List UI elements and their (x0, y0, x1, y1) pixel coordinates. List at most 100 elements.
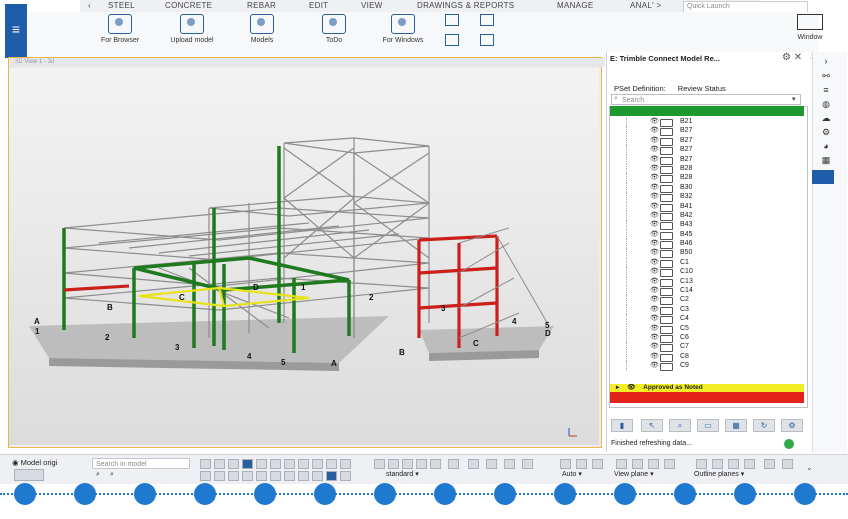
more-options-icon[interactable]: ⌄ (806, 463, 813, 472)
snap-tool-icon[interactable] (416, 459, 427, 469)
list-item[interactable]: 👁 B41 (612, 201, 802, 212)
connect-pick-icon[interactable] (480, 34, 494, 46)
search-icon[interactable]: ⌕ (96, 471, 100, 479)
origin-selector[interactable] (14, 469, 44, 481)
snap-tool-icon[interactable] (312, 471, 323, 481)
select-tool-icon[interactable] (326, 459, 337, 469)
select-tool-icon[interactable] (270, 459, 281, 469)
model-3d-view[interactable]: A 1 B 2 3 4 5 A B C D 1 2 3 4 5 D C (9, 68, 599, 445)
status-group-approved-as-noted[interactable]: ▸ 👁 Approved as Noted (610, 384, 804, 392)
list-item[interactable]: 👁 B42 (612, 210, 802, 221)
snap-tool-icon[interactable] (340, 471, 351, 481)
menu-tab-view[interactable]: VIEW (361, 1, 383, 10)
tab-review-status[interactable]: Review Status (678, 84, 726, 93)
connect-select-icon[interactable] (445, 34, 459, 46)
view-tool-icon[interactable] (782, 459, 793, 469)
list-item[interactable]: 👁 C13 (612, 276, 802, 287)
select-tool-icon[interactable] (312, 459, 323, 469)
select-tool-icon[interactable] (200, 459, 211, 469)
list-item[interactable]: 👁 C5 (612, 323, 802, 334)
list-item[interactable]: 👁 B46 (612, 239, 802, 250)
menu-tab-concrete[interactable]: CONCRETE (165, 1, 212, 10)
list-item[interactable]: 👁 C10 (612, 267, 802, 278)
view-tool-icon[interactable] (744, 459, 755, 469)
list-item[interactable]: 👁 C14 (612, 286, 802, 297)
link-icon[interactable]: ⚯ (819, 71, 833, 83)
settings-gear-icon[interactable]: ⚙ (782, 52, 791, 63)
trimble-connect-tab-icon[interactable] (812, 170, 834, 184)
filter-icon[interactable]: ▦ (725, 419, 747, 432)
snap-tool-icon[interactable] (326, 471, 337, 481)
panel-search-input[interactable]: Search (611, 94, 801, 105)
list-item[interactable]: 👁 B21 (612, 117, 802, 127)
grid-icon[interactable]: ▦ (819, 155, 833, 167)
model-origin-dropdown[interactable]: ◉ Model origi (12, 458, 57, 467)
snap-tool-icon[interactable] (468, 459, 479, 469)
menu-tab-manage[interactable]: MANAGE (557, 1, 593, 10)
view-tool-icon[interactable] (648, 459, 659, 469)
settings-gear-icon[interactable]: ⚙ (781, 419, 803, 432)
snap-tool-icon[interactable] (430, 459, 441, 469)
view-tool-icon[interactable] (592, 459, 603, 469)
paint-icon[interactable]: ◕ (819, 141, 833, 153)
view-tool-icon[interactable] (632, 459, 643, 469)
chevron-right-icon[interactable]: › (819, 56, 833, 68)
snap-tool-icon[interactable] (388, 459, 399, 469)
todo-button[interactable]: ToDo (312, 14, 356, 44)
view-tool-icon[interactable] (696, 459, 707, 469)
list-item[interactable]: 👁 B27 (612, 145, 802, 156)
gear-icon[interactable]: ⚙ (819, 127, 833, 139)
layers-icon[interactable]: ≡ (819, 85, 833, 97)
search-options-icon[interactable]: ⌕ (110, 471, 114, 479)
select-tool-icon[interactable] (228, 459, 239, 469)
snap-tool-icon[interactable] (200, 471, 211, 481)
list-item[interactable]: 👁 B30 (612, 182, 802, 193)
snap-tool-icon[interactable] (448, 459, 459, 469)
view-tool-icon[interactable] (560, 459, 571, 469)
outline-planes-dropdown[interactable]: Outline planes ▾ (694, 470, 744, 478)
view-tool-icon[interactable] (616, 459, 627, 469)
tab-pset-definition[interactable]: PSet Definition: (614, 84, 666, 93)
list-item[interactable]: 👁 B27 (612, 154, 802, 165)
snap-tool-icon[interactable] (228, 471, 239, 481)
refresh-icon[interactable]: ↻ (753, 419, 775, 432)
snap-tool-icon[interactable] (242, 471, 253, 481)
menu-tab-analysis[interactable]: ANAL' > (630, 1, 661, 10)
view-tool-icon[interactable] (664, 459, 675, 469)
zoom-icon[interactable]: ⌕ (669, 419, 691, 432)
menu-back-icon[interactable]: ‹ (88, 1, 91, 10)
chevron-down-icon[interactable]: ▾ (792, 95, 796, 103)
view-tool-icon[interactable] (712, 459, 723, 469)
upload-model-button[interactable]: Upload model (160, 14, 224, 44)
list-item[interactable]: 👁 C1 (612, 257, 802, 268)
list-item[interactable]: 👁 C8 (612, 351, 802, 362)
snap-tool-icon[interactable] (486, 459, 497, 469)
snap-tool-icon[interactable] (522, 459, 533, 469)
list-item[interactable]: 👁 B28 (612, 173, 802, 184)
view-tool-icon[interactable] (764, 459, 775, 469)
globe-icon[interactable]: ◍ (819, 99, 833, 111)
snap-tool-icon[interactable] (298, 471, 309, 481)
list-item[interactable]: 👁 B27 (612, 135, 802, 146)
close-icon[interactable]: ✕ (794, 52, 802, 63)
model-search-input[interactable]: Search in model (92, 458, 190, 469)
list-item[interactable]: 👁 B27 (612, 126, 802, 137)
snap-tool-icon[interactable] (374, 459, 385, 469)
select-tool-icon[interactable] (242, 459, 253, 469)
for-browser-button[interactable]: For Browser (92, 14, 148, 44)
list-item[interactable]: 👁 B28 (612, 163, 802, 174)
auto-dropdown[interactable]: Auto ▾ (562, 470, 582, 478)
models-button[interactable]: Models (240, 14, 284, 44)
list-item[interactable]: 👁 B45 (612, 229, 802, 240)
snap-tool-icon[interactable] (402, 459, 413, 469)
list-item[interactable]: 👁 C7 (612, 342, 802, 353)
menu-tab-edit[interactable]: EDIT (309, 1, 328, 10)
connect-sync-icon[interactable] (445, 14, 459, 26)
list-item[interactable]: 👁 B50 (612, 248, 802, 259)
view-tool-icon[interactable] (576, 459, 587, 469)
app-menu-button[interactable]: ≡ (5, 4, 27, 58)
snap-tool-icon[interactable] (504, 459, 515, 469)
select-tool-icon[interactable] (298, 459, 309, 469)
select-arrow-icon[interactable]: ↖ (641, 419, 663, 432)
menu-tab-steel[interactable]: STEEL (108, 1, 135, 10)
